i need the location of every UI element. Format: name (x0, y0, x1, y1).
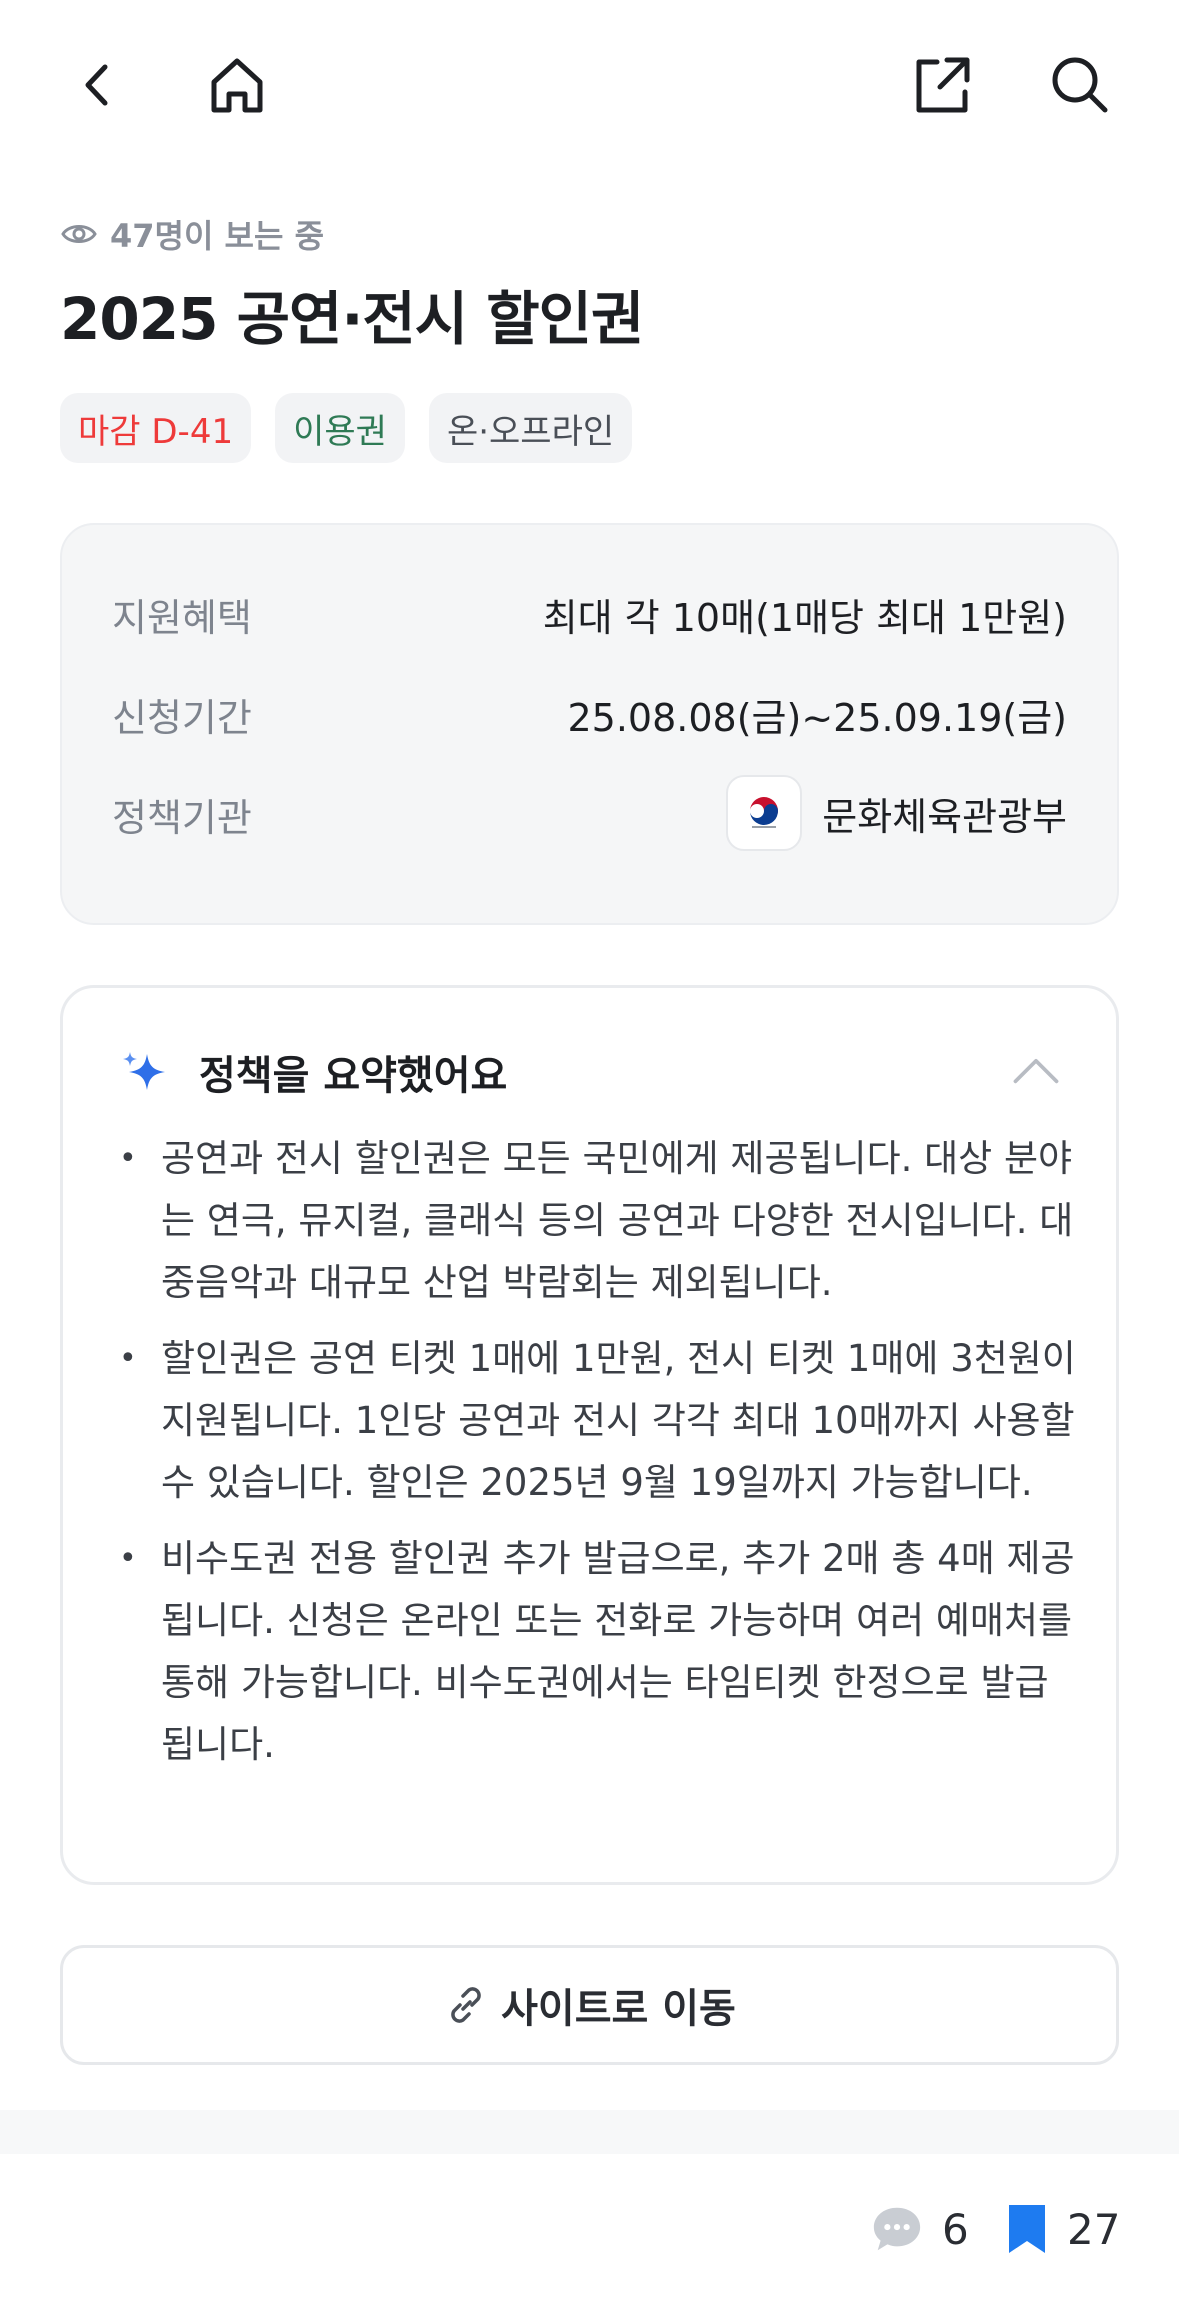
deadline-badge: 마감 D-41 (60, 393, 252, 463)
bookmark-button[interactable]: 27 (1005, 2194, 1120, 2264)
agency-row: 정책기관 문화체육관광부 (112, 775, 1067, 851)
back-button[interactable] (53, 40, 143, 130)
tag-chips: 마감 D-41 이용권 온·오프라인 (60, 393, 633, 463)
eye-icon (61, 225, 97, 243)
benefit-label: 지원혜택 (112, 596, 252, 640)
home-icon (211, 58, 263, 113)
period-row: 신청기간 25.08.08(금)~25.09.19(금) (112, 687, 1067, 742)
share-icon (916, 57, 970, 113)
bookmark-icon (1009, 2205, 1045, 2253)
comment-count: 6 (942, 2204, 969, 2254)
agency-label: 정책기관 (112, 796, 252, 840)
chevron-up-icon (1013, 1058, 1059, 1084)
summary-list: 공연과 전시 할인권은 모든 국민에게 제공됩니다. 대상 분야는 연극, 뮤지… (119, 1128, 1076, 1790)
viewer-count: 47명이 보는 중 (60, 212, 324, 256)
go-to-site-button[interactable]: 사이트로 이동 (60, 1945, 1119, 2065)
taegeuk-emblem-icon (750, 797, 779, 828)
top-nav (0, 0, 1179, 170)
summary-item: 공연과 전시 할인권은 모든 국민에게 제공됩니다. 대상 분야는 연극, 뮤지… (119, 1128, 1076, 1314)
channel-badge: 온·오프라인 (428, 393, 633, 463)
go-to-site-label: 사이트로 이동 (501, 1986, 736, 2032)
summary-header[interactable]: 정책을 요약했어요 (121, 1042, 1066, 1102)
chevron-left-icon (85, 64, 108, 106)
viewer-count-text: 47명이 보는 중 (110, 217, 325, 255)
sparkle-icon (123, 1052, 165, 1090)
policy-info-card: 지원혜택 최대 각 10매(1매당 최대 1만원) 신청기간 25.08.08(… (60, 523, 1119, 925)
page-title: 2025 공연·전시 할인권 (60, 285, 644, 353)
summary-item: 할인권은 공연 티켓 1매에 1만원, 전시 티켓 1매에 3천원이 지원됩니다… (119, 1328, 1076, 1514)
search-icon (1052, 57, 1108, 113)
search-button[interactable] (1035, 40, 1125, 130)
period-label: 신청기간 (112, 696, 252, 740)
share-button[interactable] (897, 40, 987, 130)
bottom-bar: 6 27 (0, 2154, 1179, 2304)
period-value: 25.08.08(금)~25.09.19(금) (567, 696, 1068, 740)
summary-card: 정책을 요약했어요 공연과 전시 할인권은 모든 국민에게 제공됩니다. 대상 … (60, 985, 1119, 1885)
policy-detail-page: 47명이 보는 중 2025 공연·전시 할인권 마감 D-41 이용권 온·오… (0, 0, 1179, 2304)
agency: 문화체육관광부 (726, 775, 1067, 851)
benefit-value: 최대 각 10매(1매당 최대 1만원) (542, 596, 1067, 640)
benefit-row: 지원혜택 최대 각 10매(1매당 최대 1만원) (112, 587, 1067, 642)
bookmark-count: 27 (1067, 2204, 1121, 2254)
comment-icon (873, 2207, 921, 2251)
agency-logo (726, 775, 803, 851)
summary-title: 정책을 요약했어요 (199, 1053, 508, 1099)
home-button[interactable] (192, 40, 282, 130)
type-badge: 이용권 (275, 393, 405, 463)
summary-item: 비수도권 전용 할인권 추가 발급으로, 추가 2매 총 4매 제공됩니다. 신… (119, 1528, 1076, 1776)
agency-value: 문화체육관광부 (822, 794, 1067, 839)
collapse-button[interactable] (1006, 1042, 1066, 1102)
link-icon (451, 1987, 481, 2023)
section-divider (0, 2110, 1179, 2154)
comment-button[interactable]: 6 (870, 2194, 969, 2264)
